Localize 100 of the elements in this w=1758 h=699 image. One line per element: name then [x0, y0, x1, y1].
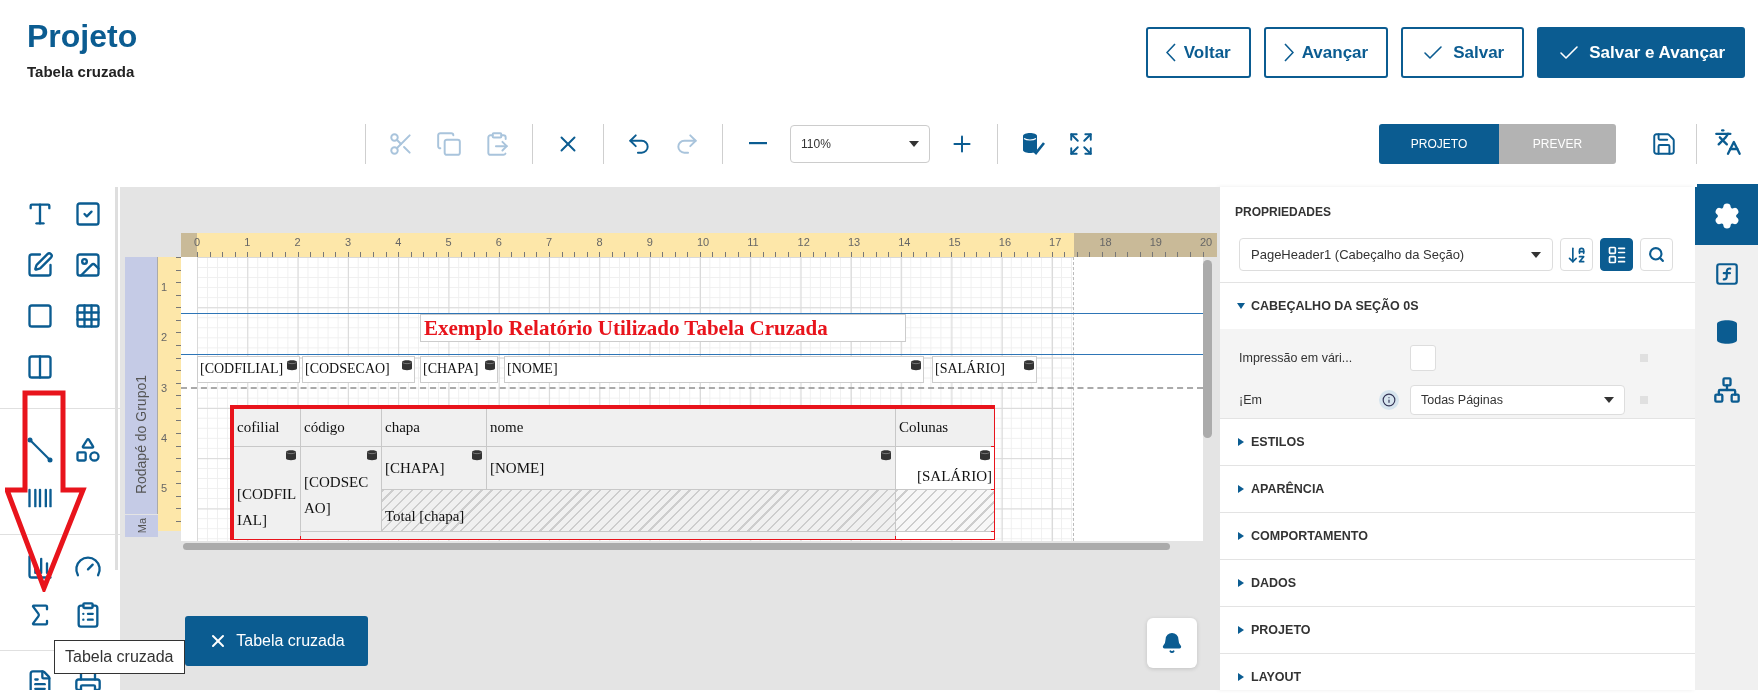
table-tool[interactable] [74, 301, 102, 330]
caret-icon [1604, 397, 1614, 403]
copy-icon [436, 130, 462, 157]
panel-title: PROPRIEDADES [1235, 205, 1333, 219]
database-icon [1715, 319, 1738, 345]
data-field: [SALÁRIO] [932, 356, 1037, 383]
ruler-number: 8 [596, 236, 603, 248]
paste-icon [484, 130, 510, 157]
chevron-right-icon [1283, 43, 1294, 62]
chart-tool[interactable] [26, 553, 54, 581]
column-placeholder-cell: Colunas [896, 409, 994, 446]
section-header[interactable]: ESTILOS [1220, 419, 1695, 465]
data-field: [NOME] [504, 356, 924, 383]
ruler-number: 2 [294, 236, 301, 248]
cell-text: [CHAPA] [385, 458, 445, 478]
search-icon [1648, 246, 1665, 263]
scissors-icon [388, 130, 414, 157]
caret-down-icon [1237, 302, 1245, 310]
hierarchy-icon [1712, 376, 1741, 404]
ruler-number: 5 [161, 482, 168, 495]
bell-icon [1161, 632, 1183, 654]
ruler-number: 1 [244, 236, 251, 248]
chart-icon [26, 553, 54, 581]
chevron-left-icon [1165, 43, 1176, 62]
image-icon [74, 250, 102, 279]
sort-button[interactable] [1560, 238, 1593, 271]
caret-icon [1531, 251, 1541, 258]
cell-text: [NOME] [490, 458, 545, 478]
ruler-number: 1 [161, 281, 168, 293]
ruler-number: 12 [797, 236, 810, 248]
header-cell: cofilial [234, 409, 300, 446]
ruler-number: 5 [445, 236, 452, 248]
category-button[interactable] [1600, 238, 1633, 271]
edit-icon [26, 250, 54, 279]
section-header[interactable]: PROJETO [1220, 607, 1695, 653]
caret-right-icon [1237, 438, 1245, 446]
caret-right-icon [1237, 485, 1245, 493]
ruler-number: 19 [1149, 236, 1162, 248]
header-cell: código [301, 409, 381, 446]
section-header[interactable]: APARÊNCIA [1220, 466, 1695, 512]
checkbox-tool[interactable] [74, 199, 102, 228]
ruler-number: 3 [161, 381, 168, 394]
function-icon [1713, 261, 1740, 287]
caret-right-icon [1237, 579, 1245, 587]
section-header[interactable]: DADOS [1220, 560, 1695, 606]
ruler-number: 2 [161, 331, 168, 344]
ruler-number: 10 [697, 236, 710, 248]
shapes-tool[interactable] [74, 436, 102, 464]
table-icon [74, 301, 102, 330]
property-select[interactable]: Todas Páginas [1410, 385, 1625, 415]
expand-icon [1068, 130, 1094, 157]
checkbox[interactable] [1410, 345, 1436, 371]
caret-right-icon [1237, 673, 1245, 681]
search-button[interactable] [1640, 238, 1673, 271]
ruler-number: 20 [1200, 236, 1213, 248]
ruler-number: 11 [747, 236, 759, 248]
report-title: Exemplo Relatório Utilizado Tabela Cruzada [420, 314, 906, 342]
crosstab-button[interactable]: Tabela cruzada [185, 616, 368, 666]
section-header[interactable]: COMPORTAMENTO [1220, 513, 1695, 559]
ruler-number: 7 [546, 236, 553, 248]
ruler-number: 4 [395, 236, 402, 248]
cell-text: [SALÁRIO] [917, 466, 992, 486]
translate-icon [1713, 128, 1742, 156]
notifications-button[interactable] [1147, 618, 1197, 668]
page-title: Projeto [27, 17, 138, 55]
property-label: ¡Em [1239, 391, 1263, 409]
ruler-number: 0 [194, 236, 201, 248]
section-header[interactable]: LAYOUT [1220, 654, 1695, 690]
image-tool[interactable] [74, 250, 102, 279]
caret-right-icon [1237, 626, 1245, 634]
total-cell: Total [chapa] [382, 490, 895, 531]
band-label: Ma [134, 518, 149, 534]
checkbox-icon [74, 199, 102, 228]
save-button[interactable]: Salvar [1401, 27, 1525, 78]
zoom-select[interactable]: 110% [790, 124, 930, 163]
square-tool[interactable] [26, 301, 54, 330]
section-header[interactable]: CABEÇALHO DA SEÇÃO 0S [1220, 283, 1695, 329]
edit-tool[interactable] [26, 250, 54, 279]
ruler-number: 13 [847, 236, 861, 248]
component-select[interactable]: PageHeader1 (Cabeçalho da Seção) [1239, 238, 1553, 271]
vertical-scrollbar[interactable] [1203, 260, 1212, 438]
ruler-number: 6 [495, 236, 502, 248]
caret-icon [909, 140, 919, 147]
cell-text: [CODFILIAL] [237, 485, 297, 530]
line-tool[interactable] [26, 436, 54, 464]
minus-icon [749, 142, 767, 145]
ruler-number: 15 [948, 236, 961, 248]
save-icon [1651, 130, 1677, 157]
page-subtitle: Tabela cruzada [27, 62, 136, 82]
side-tab[interactable] [1695, 187, 1758, 245]
save-and-next-button[interactable]: Salvar e Avançar [1537, 27, 1745, 78]
back-button[interactable]: Voltar [1145, 27, 1251, 78]
data-field: [CHAPA] [420, 356, 498, 383]
split-field-tool[interactable] [26, 352, 54, 381]
next-button[interactable]: Avançar [1263, 27, 1389, 78]
ruler-number: 16 [998, 236, 1012, 248]
line-icon [26, 436, 54, 464]
square-icon [26, 301, 54, 330]
view-tab[interactable]: PROJETO [1379, 123, 1499, 164]
horizontal-scrollbar[interactable] [183, 543, 1170, 550]
